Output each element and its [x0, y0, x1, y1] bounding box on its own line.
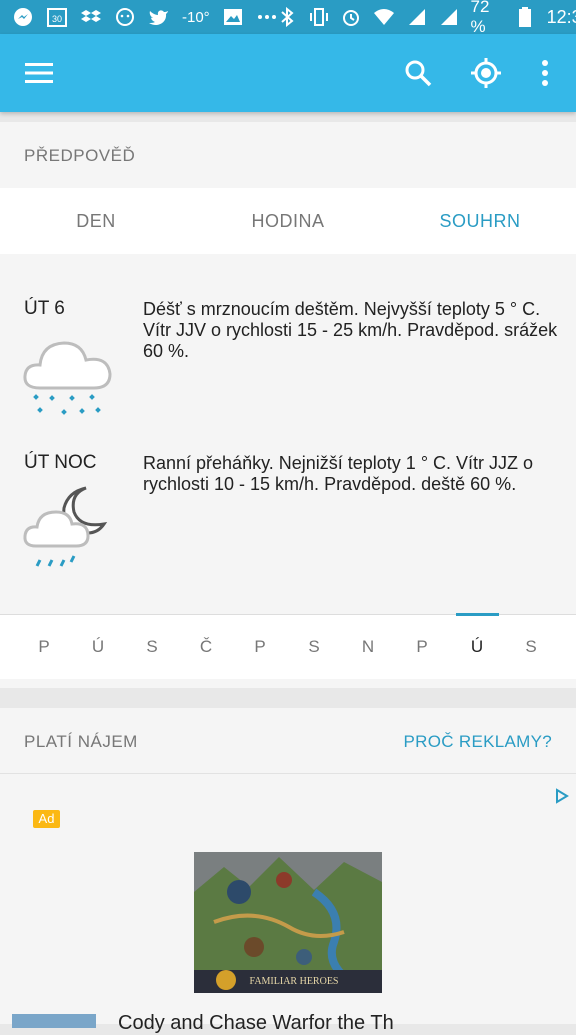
night-rain-icon: [22, 484, 114, 577]
menu-icon: [25, 63, 53, 83]
menu-button[interactable]: [20, 54, 58, 92]
temperature-text: -10°: [182, 8, 210, 26]
day-item[interactable]: P: [402, 637, 442, 657]
snow-cloud-icon: [22, 338, 114, 423]
day-item[interactable]: Ú: [78, 637, 118, 657]
period-description: Déšť s mrznoucím deštěm. Nejvyšší teplot…: [143, 299, 558, 361]
ads-header: PLATÍ NÁJEM PROČ REKLAMY?: [0, 708, 576, 774]
ad-banner-image[interactable]: FAMILIAR HEROES: [194, 852, 382, 993]
calendar-icon: 30: [46, 6, 68, 28]
day-item[interactable]: S: [294, 637, 334, 657]
app-bar: [0, 34, 576, 112]
ads-title: PLATÍ NÁJEM: [24, 732, 138, 751]
forecast-tabs: DEN HODINA SOUHRN: [0, 188, 576, 254]
why-ads-link[interactable]: PROČ REKLAMY?: [404, 732, 552, 752]
location-button[interactable]: [467, 54, 505, 92]
day-item[interactable]: P: [24, 637, 64, 657]
tab-day[interactable]: DEN: [0, 188, 192, 254]
bluetooth-icon: [278, 6, 297, 28]
day-item[interactable]: S: [132, 637, 172, 657]
messenger-icon: [12, 6, 34, 28]
day-item[interactable]: N: [348, 637, 388, 657]
day-selector: P Ú S Č P S N P Ú S: [0, 613, 576, 679]
signal-2-icon: [439, 6, 459, 28]
twitter-icon: [148, 6, 170, 28]
period-label: ÚT NOC: [24, 452, 97, 473]
ad-badge: Ad: [33, 810, 60, 828]
more-options-button[interactable]: [526, 54, 564, 92]
forecast-period: ÚT 6: [24, 298, 65, 320]
forecast-title: PŘEDPOVĚĎ: [24, 146, 136, 165]
dropbox-icon: [80, 6, 102, 28]
overflow-dots-icon: [256, 6, 278, 28]
period-label: ÚT 6: [24, 298, 65, 319]
forecast-card: PŘEDPOVĚĎ DEN HODINA SOUHRN ÚT 6 Déšť s …: [0, 122, 576, 688]
search-button[interactable]: [399, 54, 437, 92]
ad-thumbnail[interactable]: [12, 1014, 96, 1028]
more-vert-icon: [542, 60, 548, 86]
period-description: Ranní přeháňky. Nejnižší teploty 1 ° C. …: [143, 453, 534, 494]
day-item-active[interactable]: Ú: [457, 637, 497, 657]
clock-text: 12:35: [546, 6, 576, 27]
adchoices-icon[interactable]: [554, 788, 570, 804]
vibrate-icon: [309, 6, 329, 28]
svg-text:FAMILIAR HEROES: FAMILIAR HEROES: [250, 976, 339, 987]
wifi-icon: [373, 6, 395, 28]
active-day-indicator: [456, 613, 499, 616]
forecast-period: ÚT NOC: [24, 452, 96, 474]
signal-icon: [407, 6, 427, 28]
gallery-icon: [222, 6, 244, 28]
alarm-icon: [341, 6, 361, 28]
search-icon: [405, 60, 432, 87]
ads-card: PLATÍ NÁJEM PROČ REKLAMY? Ad FAMILIAR HE…: [0, 708, 576, 1034]
tab-summary[interactable]: SOUHRN: [384, 188, 576, 254]
gps-icon: [471, 58, 501, 88]
battery-text: 72 %: [470, 0, 490, 36]
day-item[interactable]: Č: [186, 637, 226, 657]
tab-hour[interactable]: HODINA: [192, 188, 384, 254]
day-item[interactable]: P: [240, 637, 280, 657]
battery-icon: [516, 6, 535, 28]
svg-text:30: 30: [52, 14, 62, 24]
waze-icon: [114, 6, 136, 28]
status-bar: 30 -10° 72 % 12:: [0, 0, 576, 36]
day-item[interactable]: S: [511, 637, 551, 657]
